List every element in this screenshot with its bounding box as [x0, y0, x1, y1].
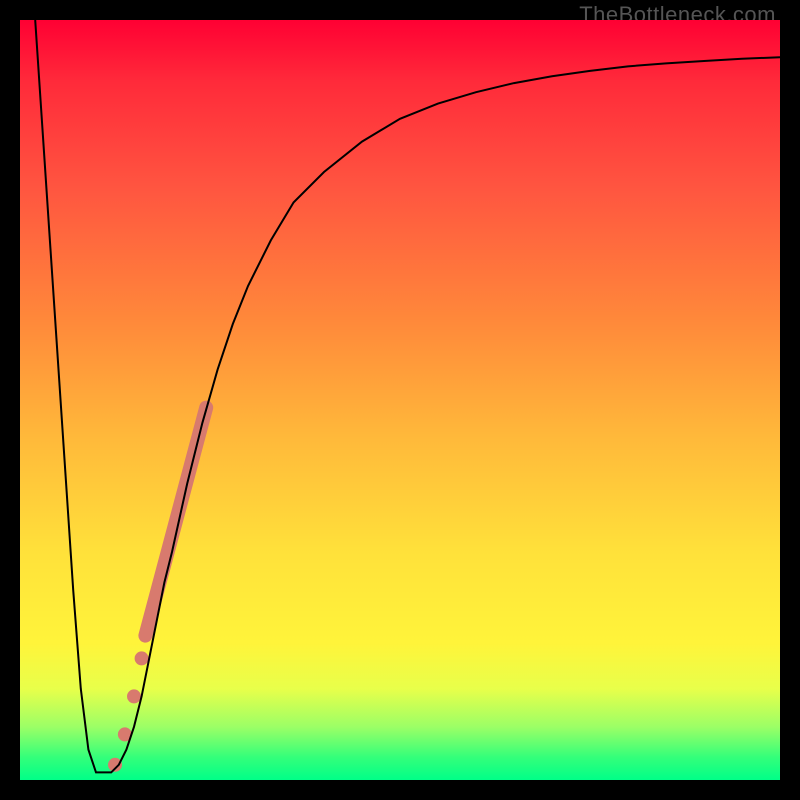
curve-svg [20, 20, 780, 780]
plot-area [20, 20, 780, 780]
highlight-dot [135, 651, 149, 665]
highlight-dots-group [108, 651, 149, 771]
chart-frame: TheBottleneck.com [0, 0, 800, 800]
highlight-dot [127, 689, 141, 703]
